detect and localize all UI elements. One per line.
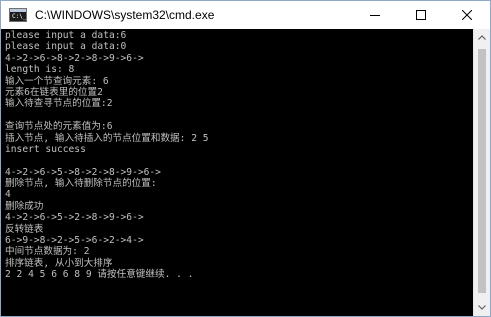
- console-line: 输入待查寻节点的位置:2: [5, 98, 113, 110]
- scrollbar-thumb[interactable]: [478, 49, 486, 293]
- scroll-down-button[interactable]: [474, 299, 490, 316]
- console-line: length is: 8: [5, 64, 75, 76]
- console-line: 中间节点数据为: 2: [5, 246, 90, 258]
- console-line: 4->2->6->5->8->2->8->9->6->: [5, 166, 161, 178]
- console-line: 6->9->8->2->5->6->2->4->: [5, 235, 144, 247]
- console-line: insert success: [5, 143, 86, 155]
- console-lines: please input a data:6 please input a dat…: [5, 30, 209, 281]
- title-bar[interactable]: C:\_ C:\WINDOWS\system32\cmd.exe: [1, 1, 490, 29]
- close-icon: [462, 10, 472, 20]
- console-line: 排序链表, 从小到大排序: [5, 257, 113, 269]
- console-line: 反转链表: [5, 223, 44, 235]
- maximize-button[interactable]: [398, 1, 444, 29]
- console-line: 元素6在链表里的位置2: [5, 86, 103, 98]
- window-controls: [352, 1, 490, 29]
- window-title: C:\WINDOWS\system32\cmd.exe: [35, 8, 215, 22]
- console-line: 4: [5, 189, 11, 201]
- minimize-icon: [370, 15, 380, 16]
- console-line: please input a data:0: [5, 41, 127, 53]
- console-output-area[interactable]: please input a data:6 please input a dat…: [1, 29, 473, 316]
- close-button[interactable]: [444, 1, 490, 29]
- console-line: 删除成功: [5, 200, 44, 212]
- console-line: 查询节点处的元素值为:6: [5, 121, 113, 133]
- console-line: 4->2->6->5->2->8->9->6->: [5, 212, 144, 224]
- minimize-button[interactable]: [352, 1, 398, 29]
- chevron-up-icon: [478, 35, 486, 40]
- console-line: 插入节点, 输入待插入的节点位置和数据: 2 5: [5, 132, 209, 144]
- scroll-up-button[interactable]: [474, 29, 490, 46]
- console-line: 输入一个节查询元素: 6: [5, 75, 109, 87]
- vertical-scrollbar[interactable]: [473, 29, 490, 316]
- console-app-icon-bar: [10, 9, 26, 12]
- console-line: 删除节点, 输入待删除节点的位置:: [5, 178, 157, 190]
- cmd-window: C:\_ C:\WINDOWS\system32\cmd.exe please …: [0, 0, 491, 317]
- console-app-icon[interactable]: C:\_: [9, 8, 27, 22]
- chevron-down-icon: [478, 305, 486, 310]
- console-line: please input a data:6: [5, 30, 127, 41]
- console-line: 4->2->6->8->2->8->9->6->: [5, 52, 144, 64]
- maximize-icon: [416, 10, 426, 20]
- console-app-icon-prompt: C:\_: [12, 13, 27, 20]
- console-line: 2 2 4 5 6 6 8 9 请按任意键继续. . .: [5, 269, 194, 281]
